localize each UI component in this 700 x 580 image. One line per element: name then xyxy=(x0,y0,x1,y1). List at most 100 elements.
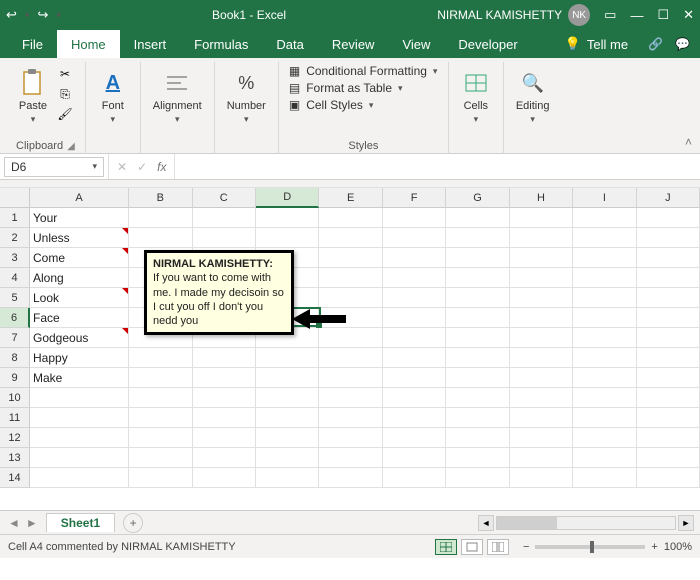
select-all-corner[interactable] xyxy=(0,188,30,208)
tab-file[interactable]: File xyxy=(8,30,57,58)
cell-A12[interactable] xyxy=(30,428,129,448)
cell-I13[interactable] xyxy=(573,448,636,468)
cell-D13[interactable] xyxy=(256,448,319,468)
cell-I2[interactable] xyxy=(573,228,636,248)
undo-dropdown-icon[interactable]: ▾ xyxy=(25,10,30,21)
cell-D12[interactable] xyxy=(256,428,319,448)
cell-G13[interactable] xyxy=(446,448,509,468)
cell-G8[interactable] xyxy=(446,348,509,368)
cell-C8[interactable] xyxy=(193,348,256,368)
cell-E5[interactable] xyxy=(319,288,382,308)
cell-E10[interactable] xyxy=(319,388,382,408)
col-header-I[interactable]: I xyxy=(573,188,636,208)
cell-B1[interactable] xyxy=(129,208,192,228)
tab-view[interactable]: View xyxy=(388,30,444,58)
view-page-layout-button[interactable] xyxy=(461,539,483,555)
cell-E13[interactable] xyxy=(319,448,382,468)
hscroll-right-icon[interactable]: ► xyxy=(678,515,694,531)
cell-H1[interactable] xyxy=(510,208,573,228)
cell-I11[interactable] xyxy=(573,408,636,428)
cell-I9[interactable] xyxy=(573,368,636,388)
conditional-formatting-button[interactable]: ▦Conditional Formatting▾ xyxy=(289,64,438,78)
cell-A1[interactable]: Your xyxy=(30,208,129,228)
cell-H12[interactable] xyxy=(510,428,573,448)
cell-I5[interactable] xyxy=(573,288,636,308)
cell-G4[interactable] xyxy=(446,268,509,288)
cell-B2[interactable] xyxy=(129,228,192,248)
cell-E3[interactable] xyxy=(319,248,382,268)
cell-A13[interactable] xyxy=(30,448,129,468)
col-header-A[interactable]: A xyxy=(30,188,129,208)
cell-D8[interactable] xyxy=(256,348,319,368)
cell-F1[interactable] xyxy=(383,208,446,228)
cancel-formula-icon[interactable]: ✕ xyxy=(117,160,127,174)
copy-icon[interactable]: ⎘ xyxy=(56,86,74,102)
row-header-12[interactable]: 12 xyxy=(0,428,30,448)
col-header-B[interactable]: B xyxy=(129,188,192,208)
cell-D9[interactable] xyxy=(256,368,319,388)
name-box[interactable]: D6 ▾ xyxy=(4,157,104,177)
cell-G14[interactable] xyxy=(446,468,509,488)
cell-H11[interactable] xyxy=(510,408,573,428)
format-as-table-button[interactable]: ▤Format as Table▾ xyxy=(289,81,438,95)
cell-I10[interactable] xyxy=(573,388,636,408)
cell-A5[interactable]: Look xyxy=(30,288,129,308)
cell-B10[interactable] xyxy=(129,388,192,408)
cell-G5[interactable] xyxy=(446,288,509,308)
share-icon[interactable]: 🔗 xyxy=(648,37,663,51)
row-header-9[interactable]: 9 xyxy=(0,368,30,388)
formula-input[interactable] xyxy=(175,157,700,177)
cell-H14[interactable] xyxy=(510,468,573,488)
view-normal-button[interactable] xyxy=(435,539,457,555)
cell-A10[interactable] xyxy=(30,388,129,408)
col-header-G[interactable]: G xyxy=(446,188,509,208)
cell-F5[interactable] xyxy=(383,288,446,308)
cell-H8[interactable] xyxy=(510,348,573,368)
cell-J10[interactable] xyxy=(637,388,700,408)
cell-E9[interactable] xyxy=(319,368,382,388)
cell-F3[interactable] xyxy=(383,248,446,268)
row-header-2[interactable]: 2 xyxy=(0,228,30,248)
cell-A7[interactable]: Godgeous xyxy=(30,328,129,348)
cell-J12[interactable] xyxy=(637,428,700,448)
cell-E12[interactable] xyxy=(319,428,382,448)
row-header-4[interactable]: 4 xyxy=(0,268,30,288)
col-header-D[interactable]: D xyxy=(256,188,319,208)
cell-E1[interactable] xyxy=(319,208,382,228)
cell-B11[interactable] xyxy=(129,408,192,428)
cell-G1[interactable] xyxy=(446,208,509,228)
cell-A9[interactable]: Make xyxy=(30,368,129,388)
close-icon[interactable]: ✕ xyxy=(683,7,694,23)
cell-D1[interactable] xyxy=(256,208,319,228)
row-header-6[interactable]: 6 xyxy=(0,308,30,328)
cell-J2[interactable] xyxy=(637,228,700,248)
maximize-icon[interactable]: ☐ xyxy=(657,7,669,23)
cell-H7[interactable] xyxy=(510,328,573,348)
cell-A14[interactable] xyxy=(30,468,129,488)
view-page-break-button[interactable] xyxy=(487,539,509,555)
cell-I3[interactable] xyxy=(573,248,636,268)
cut-icon[interactable]: ✂ xyxy=(56,66,74,82)
cell-A4[interactable]: Along xyxy=(30,268,129,288)
worksheet-grid[interactable]: ABCDEFGHIJ 1234567891011121314 YourUnles… xyxy=(0,188,700,510)
col-header-F[interactable]: F xyxy=(383,188,446,208)
col-header-H[interactable]: H xyxy=(510,188,573,208)
sheet-tab-active[interactable]: Sheet1 xyxy=(46,513,115,532)
paste-button[interactable]: Paste ▾ xyxy=(16,66,50,127)
row-header-7[interactable]: 7 xyxy=(0,328,30,348)
cell-E14[interactable] xyxy=(319,468,382,488)
cell-G12[interactable] xyxy=(446,428,509,448)
cell-H5[interactable] xyxy=(510,288,573,308)
cell-J3[interactable] xyxy=(637,248,700,268)
cell-H4[interactable] xyxy=(510,268,573,288)
cell-J4[interactable] xyxy=(637,268,700,288)
row-header-5[interactable]: 5 xyxy=(0,288,30,308)
cell-A3[interactable]: Come xyxy=(30,248,129,268)
tab-formulas[interactable]: Formulas xyxy=(180,30,262,58)
cell-A2[interactable]: Unless xyxy=(30,228,129,248)
cell-F7[interactable] xyxy=(383,328,446,348)
tab-review[interactable]: Review xyxy=(318,30,389,58)
cell-I6[interactable] xyxy=(573,308,636,328)
cell-G10[interactable] xyxy=(446,388,509,408)
number-button[interactable]: % Number ▾ xyxy=(225,66,268,127)
